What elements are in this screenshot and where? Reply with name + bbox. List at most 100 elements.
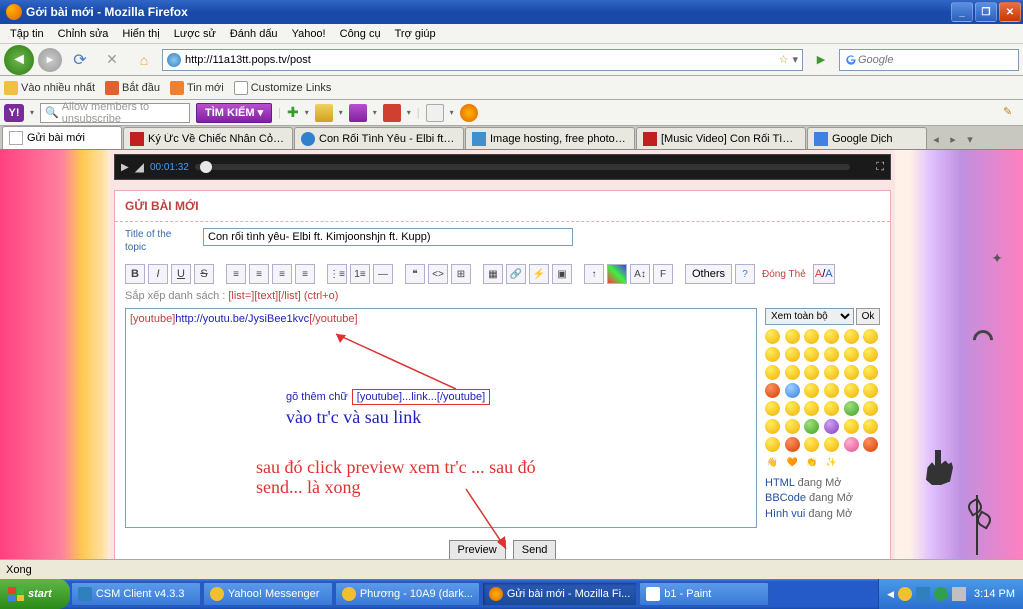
menu-yahoo[interactable]: Yahoo! — [286, 26, 332, 42]
emoji-sad[interactable] — [765, 365, 780, 380]
yahoo-add-icon[interactable]: ✚ — [287, 104, 299, 121]
emoji-5[interactable] — [863, 401, 878, 416]
start-button[interactable]: start — [0, 579, 70, 609]
yahoo-messenger-icon[interactable] — [349, 104, 367, 122]
url-input[interactable] — [185, 54, 775, 66]
back-button[interactable]: ◄ — [4, 45, 34, 75]
quote-button[interactable]: ❝ — [405, 264, 425, 284]
size-button[interactable]: A↕ — [630, 264, 650, 284]
yahoo-news-icon[interactable] — [383, 104, 401, 122]
menu-file[interactable]: Tập tin — [4, 26, 50, 42]
tab-video1[interactable]: Ký Ức Về Chiếc Nhẫn Cỏ - Ông C... — [123, 127, 293, 149]
emoji-star[interactable] — [785, 383, 800, 398]
task-csm[interactable]: CSM Client v4.3.3 — [71, 582, 201, 606]
home-button[interactable]: ⌂ — [130, 46, 158, 74]
yahoo-search-box[interactable]: 🔍Allow members to unsubscribe — [40, 103, 190, 123]
emoji-laugh[interactable] — [804, 329, 819, 344]
emoji-10[interactable] — [765, 437, 780, 452]
yahoo-mail-icon[interactable] — [315, 104, 333, 122]
color-button[interactable] — [607, 264, 627, 284]
tab-post[interactable]: Gửi bài mới — [2, 126, 122, 149]
close-tag-link[interactable]: Đóng Thẻ — [758, 269, 810, 280]
media-seekbar[interactable] — [195, 164, 850, 170]
emoji-skull[interactable] — [863, 437, 878, 452]
bookmark-customize[interactable]: Customize Links — [234, 81, 332, 95]
message-textarea[interactable]: [youtube]http://youtu.be/JysiBee1kvc[/yo… — [125, 308, 757, 528]
menu-edit[interactable]: Chỉnh sửa — [52, 26, 115, 42]
title-input[interactable] — [203, 228, 573, 246]
emoji-cry[interactable] — [785, 365, 800, 380]
tray-icon-3[interactable] — [934, 587, 948, 601]
code-button[interactable]: <> — [428, 264, 448, 284]
table-button[interactable]: ⊞ — [451, 264, 471, 284]
tab-scroll-left[interactable]: ◂ — [928, 129, 944, 149]
others-button[interactable]: Others — [685, 264, 732, 284]
yahoo-apps-icon[interactable] — [426, 104, 444, 122]
emoji-devil[interactable] — [765, 383, 780, 398]
emoji-3[interactable] — [804, 401, 819, 416]
emoji-smile[interactable] — [765, 329, 780, 344]
emoji-shock[interactable] — [863, 347, 878, 362]
emoji-cool[interactable] — [765, 347, 780, 362]
help-button[interactable]: ? — [735, 264, 755, 284]
emoji-joy[interactable] — [863, 329, 878, 344]
upload-button[interactable]: ↑ — [584, 264, 604, 284]
link-button[interactable]: 🔗 — [506, 264, 526, 284]
emoji-11[interactable] — [804, 437, 819, 452]
url-bar[interactable]: ☆ ▾ — [162, 49, 803, 71]
align-right-button[interactable]: ≡ — [272, 264, 292, 284]
forward-button[interactable]: ► — [38, 48, 62, 72]
clock[interactable]: 3:14 PM — [974, 588, 1015, 600]
emoji-love[interactable] — [785, 347, 800, 362]
emoji-ok[interactable] — [863, 383, 878, 398]
list-ol-button[interactable]: 1≡ — [350, 264, 370, 284]
emoji-ok-button[interactable]: Ok — [856, 308, 880, 325]
emoji-6[interactable] — [765, 419, 780, 434]
tray-chevron-icon[interactable]: ◀ — [887, 589, 894, 600]
emoji-4[interactable] — [824, 401, 839, 416]
emoji-ghost[interactable] — [824, 419, 839, 434]
menu-help[interactable]: Trợ giúp — [389, 26, 442, 42]
menu-history[interactable]: Lược sử — [168, 26, 222, 42]
emoji-grin[interactable] — [785, 329, 800, 344]
tab-imagehost[interactable]: Image hosting, free photo sharin... — [465, 127, 635, 149]
emoji-sun[interactable] — [804, 383, 819, 398]
menu-view[interactable]: Hiển thị — [116, 26, 165, 42]
emoji-angry[interactable] — [804, 365, 819, 380]
bookmark-news[interactable]: Tin mới — [170, 81, 224, 95]
emoji-sleepy[interactable] — [844, 365, 859, 380]
emoji-wink[interactable] — [844, 329, 859, 344]
tab-translate[interactable]: Google Dịch — [807, 127, 927, 149]
tray-icon-1[interactable] — [898, 587, 912, 601]
strike-button[interactable]: S — [194, 264, 214, 284]
flash-button[interactable]: ⚡ — [529, 264, 549, 284]
stop-button[interactable]: ✕ — [98, 46, 126, 74]
tab-video2[interactable]: Con Rối Tình Yêu - Elbi ft. Kimjoo... — [294, 127, 464, 149]
emoji-1[interactable] — [765, 401, 780, 416]
bookmark-star-icon[interactable]: ☆ — [779, 53, 789, 66]
yahoo-edit-icon[interactable]: ✎ — [1003, 105, 1019, 121]
emoji-meh[interactable] — [863, 365, 878, 380]
emoji-8[interactable] — [844, 419, 859, 434]
emoji-wave3[interactable]: 👏 — [804, 455, 819, 470]
emoji-wave4[interactable]: ✨ — [824, 455, 839, 470]
menu-bookmarks[interactable]: Đánh dấu — [224, 26, 284, 42]
emoji-heart[interactable] — [844, 437, 859, 452]
search-input[interactable] — [858, 54, 1014, 66]
task-yahoo[interactable]: Yahoo! Messenger — [203, 582, 333, 606]
task-chat[interactable]: Phương - 10A9 (dark... — [335, 582, 480, 606]
emoji-alien[interactable] — [804, 419, 819, 434]
minimize-button[interactable]: _ — [951, 2, 973, 22]
task-paint[interactable]: b1 - Paint — [639, 582, 769, 606]
yahoo-search-button[interactable]: TÌM KIẾM ▾ — [196, 103, 272, 123]
menu-tools[interactable]: Công cụ — [334, 26, 387, 42]
go-button[interactable]: ▶ — [807, 46, 835, 74]
align-left-button[interactable]: ≡ — [226, 264, 246, 284]
emoji-7[interactable] — [785, 419, 800, 434]
emoji-wave2[interactable]: 🧡 — [785, 455, 800, 470]
yahoo-logo-icon[interactable]: Y! — [4, 104, 24, 122]
emoji-9[interactable] — [863, 419, 878, 434]
align-justify-button[interactable]: ≡ — [295, 264, 315, 284]
underline-button[interactable]: U — [171, 264, 191, 284]
tab-scroll-right[interactable]: ▸ — [945, 129, 961, 149]
